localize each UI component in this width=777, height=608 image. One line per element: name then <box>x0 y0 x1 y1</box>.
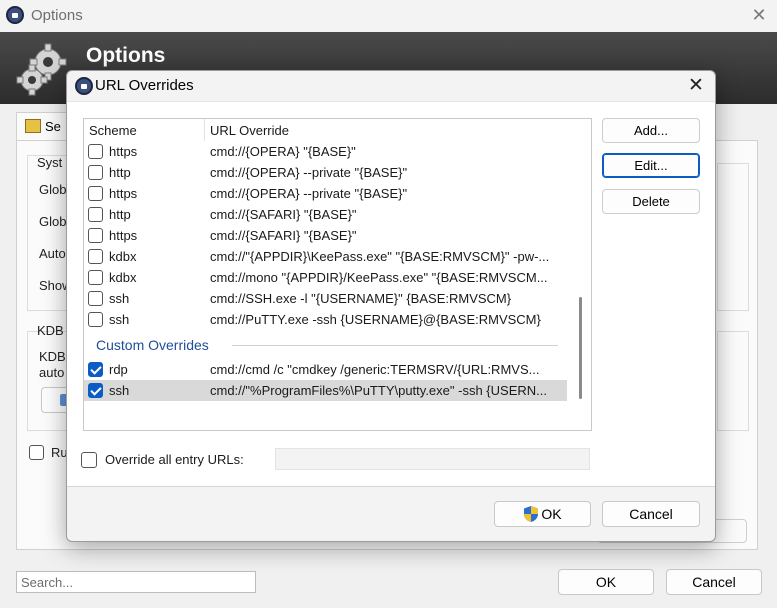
kdb-text: KDB <box>39 349 66 364</box>
row-checkbox[interactable] <box>88 270 103 285</box>
list-item[interactable]: ssh cmd://SSH.exe -l "{USERNAME}" {BASE:… <box>84 288 567 309</box>
url-overrides-dialog: URL Overrides ✕ Scheme URL Override http… <box>66 70 716 542</box>
row-checkbox[interactable] <box>88 383 103 398</box>
row-scheme: ssh <box>109 312 130 327</box>
row-override: cmd://SSH.exe -l "{USERNAME}" {BASE:RMVS… <box>210 291 512 306</box>
edit-button[interactable]: Edit... <box>602 153 700 178</box>
options-ok-button[interactable]: OK <box>558 569 654 595</box>
list-item[interactable]: https cmd://{OPERA} --private "{BASE}" <box>84 183 567 204</box>
dialog-content: Scheme URL Override https cmd://{OPERA} … <box>67 101 715 487</box>
cancel-button[interactable]: Cancel <box>602 501 700 527</box>
uac-shield-icon <box>524 506 539 522</box>
ok-label: OK <box>541 506 562 522</box>
url-override-list[interactable]: Scheme URL Override https cmd://{OPERA} … <box>83 118 592 431</box>
column-header-scheme[interactable]: Scheme <box>89 123 137 138</box>
security-tab-icon <box>25 119 41 133</box>
row-scheme: https <box>109 186 138 201</box>
row-checkbox[interactable] <box>88 228 103 243</box>
row-override: cmd://PuTTY.exe -ssh {USERNAME}@{BASE:RM… <box>210 312 541 327</box>
tab-security[interactable]: Se <box>16 112 68 140</box>
row-checkbox[interactable] <box>88 207 103 222</box>
row-override: cmd://"%ProgramFiles%\PuTTY\putty.exe" -… <box>210 383 547 398</box>
row-override: cmd://{SAFARI} "{BASE}" <box>210 228 357 243</box>
system-group-right <box>717 163 749 311</box>
list-item[interactable]: kdbx cmd://mono "{APPDIR}/KeePass.exe" "… <box>84 267 567 288</box>
row-checkbox[interactable] <box>88 362 103 377</box>
row-scheme: http <box>109 165 131 180</box>
system-group-label: Syst <box>37 155 63 170</box>
options-titlebar: Options ✕ <box>0 0 777 32</box>
run-checkbox[interactable] <box>29 445 44 460</box>
column-separator[interactable] <box>204 119 205 141</box>
row-override: cmd://cmd /c "cmdkey /generic:TERMSRV/{U… <box>210 362 540 377</box>
kdb-text: auto <box>39 365 65 380</box>
row-override: cmd://{OPERA} --private "{BASE}" <box>210 165 408 180</box>
override-all-checkbox[interactable] <box>81 452 97 468</box>
row-checkbox[interactable] <box>88 165 103 180</box>
keepass-lock-icon <box>6 6 24 24</box>
list-item[interactable]: http cmd://{OPERA} --private "{BASE}" <box>84 162 567 183</box>
options-cancel-button[interactable]: Cancel <box>666 569 762 595</box>
keepass-lock-icon <box>75 77 93 95</box>
column-header-url-override[interactable]: URL Override <box>210 123 289 138</box>
row-override: cmd://"{APPDIR}\KeePass.exe" "{BASE:RMVS… <box>210 249 550 264</box>
list-item[interactable]: https cmd://{SAFARI} "{BASE}" <box>84 225 567 246</box>
list-item-selected[interactable]: ssh cmd://"%ProgramFiles%\PuTTY\putty.ex… <box>84 380 567 401</box>
row-override: cmd://{SAFARI} "{BASE}" <box>210 207 357 222</box>
row-scheme: ssh <box>109 291 130 306</box>
dialog-titlebar: URL Overrides ✕ <box>67 71 715 101</box>
kdb-group-right <box>717 331 749 431</box>
row-scheme: kdbx <box>109 249 137 264</box>
gears-icon <box>16 43 67 96</box>
options-banner-title: Options <box>86 44 166 67</box>
row-scheme: kdbx <box>109 270 137 285</box>
row-scheme: https <box>109 144 138 159</box>
group-divider <box>232 345 558 346</box>
options-window-title: Options <box>31 7 83 24</box>
row-checkbox[interactable] <box>88 144 103 159</box>
row-override: cmd://mono "{APPDIR}/KeePass.exe" "{BASE… <box>210 270 548 285</box>
row-checkbox[interactable] <box>88 249 103 264</box>
row-checkbox[interactable] <box>88 291 103 306</box>
delete-button[interactable]: Delete <box>602 189 700 214</box>
ok-button[interactable]: OK <box>494 501 591 527</box>
list-item[interactable]: kdbx cmd://"{APPDIR}\KeePass.exe" "{BASE… <box>84 246 567 267</box>
add-button[interactable]: Add... <box>602 118 700 143</box>
custom-overrides-group-header: Custom Overrides <box>96 337 209 353</box>
row-checkbox[interactable] <box>88 186 103 201</box>
search-input[interactable]: Search... <box>16 571 256 593</box>
setting-item[interactable]: Auto <box>39 246 66 261</box>
list-item[interactable]: ssh cmd://PuTTY.exe -ssh {USERNAME}@{BAS… <box>84 309 567 330</box>
setting-item[interactable]: Glob <box>39 214 66 229</box>
row-override: cmd://{OPERA} --private "{BASE}" <box>210 186 408 201</box>
row-scheme: ssh <box>109 383 130 398</box>
setting-item[interactable]: Glob <box>39 182 66 197</box>
kdb-group-label: KDB <box>37 323 64 338</box>
row-override: cmd://{OPERA} "{BASE}" <box>210 144 356 159</box>
close-icon[interactable]: ✕ <box>748 4 770 26</box>
list-scrollbar[interactable] <box>568 119 591 430</box>
list-header: Scheme URL Override <box>84 119 567 141</box>
row-scheme: rdp <box>109 362 128 377</box>
override-all-input[interactable] <box>275 448 590 470</box>
row-scheme: https <box>109 228 138 243</box>
override-all-label: Override all entry URLs: <box>105 452 244 467</box>
list-item[interactable]: http cmd://{SAFARI} "{BASE}" <box>84 204 567 225</box>
close-icon[interactable]: ✕ <box>681 74 711 98</box>
row-checkbox[interactable] <box>88 312 103 327</box>
list-item[interactable]: rdp cmd://cmd /c "cmdkey /generic:TERMSR… <box>84 359 567 380</box>
dialog-title: URL Overrides <box>95 77 194 94</box>
list-item[interactable]: https cmd://{OPERA} "{BASE}" <box>84 141 567 162</box>
scrollbar-thumb[interactable] <box>579 297 582 399</box>
tab-label: Se <box>45 119 61 134</box>
row-scheme: http <box>109 207 131 222</box>
